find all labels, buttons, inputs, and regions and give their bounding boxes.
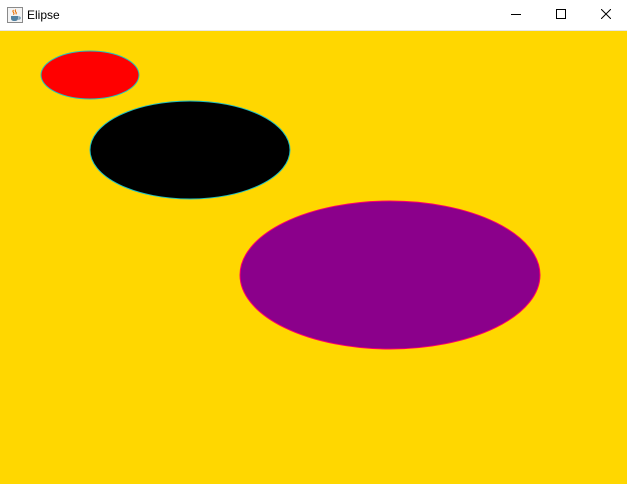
maximize-icon — [556, 6, 566, 24]
minimize-icon — [511, 6, 521, 24]
application-window: Elipse — [0, 0, 627, 484]
minimize-button[interactable] — [493, 0, 539, 30]
black-ellipse — [89, 100, 291, 200]
maximize-button[interactable] — [538, 0, 584, 30]
drawing-canvas — [0, 31, 627, 484]
java-cup-icon[interactable] — [7, 7, 23, 23]
close-icon — [600, 6, 612, 24]
red-ellipse — [40, 50, 140, 100]
window-title: Elipse — [27, 8, 60, 22]
ellipse-drawing — [40, 50, 541, 350]
title-bar[interactable]: Elipse — [0, 0, 627, 31]
purple-ellipse — [239, 200, 541, 350]
close-button[interactable] — [583, 0, 627, 30]
